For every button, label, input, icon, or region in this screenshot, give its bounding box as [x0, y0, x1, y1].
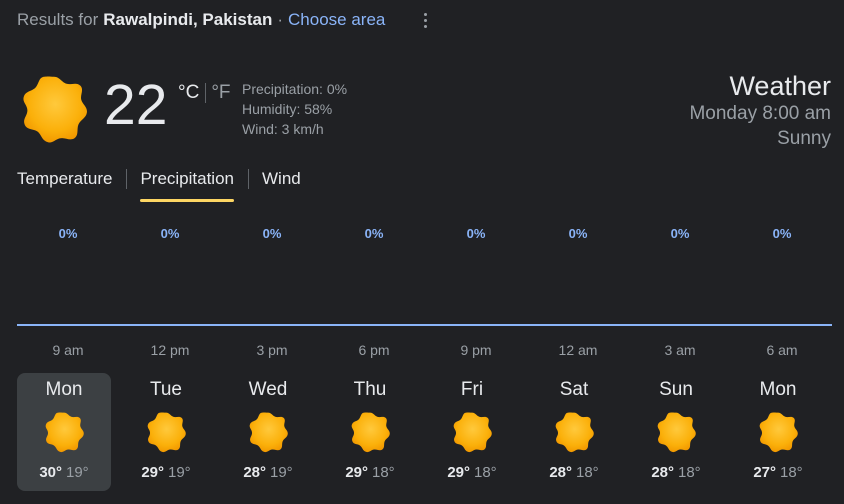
high-temp: 29°	[345, 464, 368, 481]
day-name: Mon	[45, 379, 83, 400]
header-separator: ·	[277, 10, 284, 29]
time-label: 9 am	[52, 342, 84, 358]
fahrenheit-button[interactable]: °F	[211, 82, 230, 104]
tab-precipitation[interactable]: Precipitation	[140, 166, 234, 202]
time-label: 3 am	[664, 342, 696, 358]
precipitation-label: 0%	[58, 226, 78, 241]
time-label: 3 pm	[256, 342, 288, 358]
sun-icon	[249, 412, 288, 453]
weather-condition: Sunny	[777, 128, 831, 149]
day-name: Wed	[248, 379, 288, 400]
tab-wind[interactable]: Wind	[262, 166, 301, 202]
low-temp: 18°	[474, 464, 497, 481]
low-temp: 18°	[576, 464, 599, 481]
precipitation-label: 0%	[568, 226, 588, 241]
time-label: 6 pm	[358, 342, 390, 358]
current-temperature: 22	[104, 73, 168, 137]
high-temp: 29°	[141, 464, 164, 481]
time-label: 6 am	[766, 342, 798, 358]
high-temp: 28°	[549, 464, 572, 481]
sun-icon	[45, 412, 84, 453]
sun-icon	[657, 412, 696, 453]
wind-detail: Wind: 3 km/h	[242, 121, 324, 137]
precipitation-label: 0%	[670, 226, 690, 241]
sun-icon	[23, 76, 87, 143]
day-name: Fri	[460, 379, 484, 400]
weather-datetime: Monday 8:00 am	[689, 103, 831, 124]
more-vert-icon[interactable]	[418, 9, 432, 31]
day-name: Sat	[559, 379, 589, 400]
high-temp: 28°	[651, 464, 674, 481]
precipitation-label: 0%	[772, 226, 792, 241]
sun-icon	[453, 412, 492, 453]
day-name: Sun	[659, 379, 693, 400]
forecast-day[interactable]: Mon 30° 19°	[17, 373, 111, 491]
results-prefix: Results for	[17, 10, 99, 29]
daily-forecast: Mon 30° 19° Tue 29° 19° Wed 28° 19° Thu 29°…	[17, 373, 833, 491]
precipitation-detail: Precipitation: 0%	[242, 81, 348, 97]
time-label: 12 am	[558, 342, 598, 358]
low-temp: 19°	[168, 464, 191, 481]
precipitation-label: 0%	[364, 226, 384, 241]
low-temp: 18°	[780, 464, 803, 481]
tab-divider	[126, 169, 128, 189]
low-temp: 18°	[372, 464, 395, 481]
results-header: Results for Rawalpindi, Pakistan · Choos…	[17, 10, 385, 30]
high-temp: 30°	[39, 464, 62, 481]
forecast-day[interactable]: Thu 29° 18°	[323, 373, 417, 491]
day-name: Tue	[149, 379, 183, 400]
precipitation-values: 0% 0% 0% 0% 0% 0% 0% 0%	[17, 226, 833, 241]
forecast-day[interactable]: Sat 28° 18°	[527, 373, 621, 491]
high-temp: 28°	[243, 464, 266, 481]
forecast-day[interactable]: Fri 29° 18°	[425, 373, 519, 491]
unit-divider	[205, 83, 207, 103]
sun-icon	[351, 412, 390, 453]
celsius-button[interactable]: °C	[178, 82, 199, 104]
chart-tabs: Temperature Precipitation Wind	[17, 166, 301, 202]
precipitation-baseline	[17, 324, 832, 326]
current-details: Precipitation: 0% Humidity: 58% Wind: 3 …	[242, 79, 347, 139]
low-temp: 19°	[66, 464, 89, 481]
time-labels: 9 am 12 pm 3 pm 6 pm 9 pm 12 am 3 am 6 a…	[17, 342, 833, 358]
sun-icon	[759, 412, 798, 453]
high-temp: 29°	[447, 464, 470, 481]
low-temp: 18°	[678, 464, 701, 481]
sun-icon	[555, 412, 594, 453]
humidity-detail: Humidity: 58%	[242, 101, 333, 117]
precipitation-label: 0%	[466, 226, 486, 241]
weather-summary: Weather Monday 8:00 am Sunny	[689, 71, 831, 151]
high-temp: 27°	[753, 464, 776, 481]
time-label: 12 pm	[150, 342, 190, 358]
tab-divider	[248, 169, 249, 189]
choose-area-link[interactable]: Choose area	[288, 10, 385, 30]
precipitation-label: 0%	[262, 226, 282, 241]
location-name: Rawalpindi, Pakistan	[103, 10, 273, 29]
day-name: Thu	[353, 379, 387, 400]
low-temp: 19°	[270, 464, 293, 481]
sun-icon	[147, 412, 186, 453]
tab-temperature[interactable]: Temperature	[17, 166, 112, 202]
forecast-day[interactable]: Sun 28° 18°	[629, 373, 723, 491]
forecast-day[interactable]: Wed 28° 19°	[221, 373, 315, 491]
precipitation-label: 0%	[160, 226, 180, 241]
unit-toggle: °C °F	[178, 82, 231, 104]
day-name: Mon	[759, 379, 797, 400]
time-label: 9 pm	[460, 342, 492, 358]
forecast-day[interactable]: Mon 27° 18°	[731, 373, 825, 491]
weather-title: Weather	[729, 71, 831, 101]
forecast-day[interactable]: Tue 29° 19°	[119, 373, 213, 491]
